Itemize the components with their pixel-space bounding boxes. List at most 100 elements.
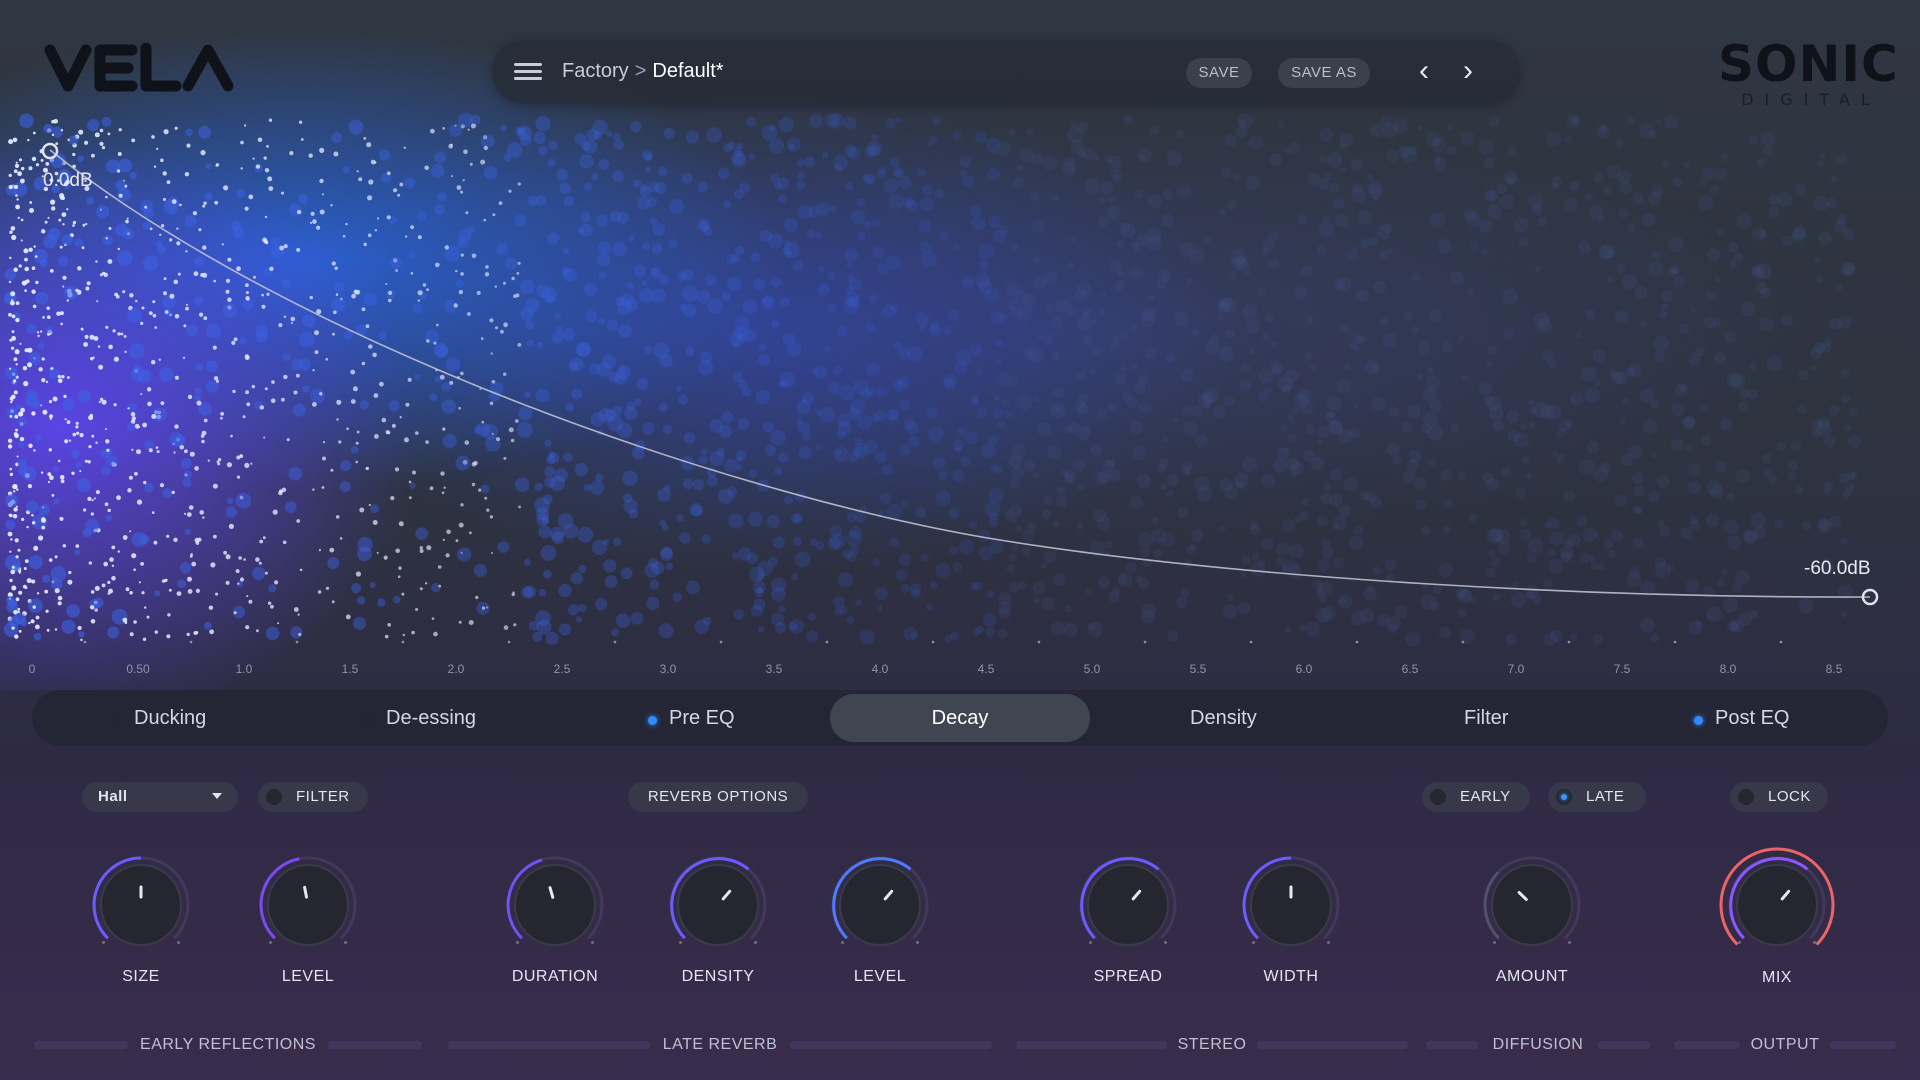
save-button[interactable]: SAVE [1186, 58, 1252, 88]
post-eq-enable-toggle[interactable] [1694, 716, 1703, 725]
preset-bar: Factory > Default* SAVE SAVE AS ‹ › [492, 40, 1520, 104]
size-knob[interactable] [81, 845, 201, 965]
early-toggle-indicator [1430, 789, 1446, 805]
lock-label: LOCK [1768, 788, 1811, 805]
tab-density[interactable]: Density [1190, 690, 1257, 746]
late-level-knob[interactable] [820, 845, 940, 965]
time-tick-label: 4.0 [871, 662, 889, 676]
tick-mark [1143, 640, 1147, 644]
time-tick-label: 0.50 [126, 662, 150, 676]
reverb-options-button[interactable]: REVERB OPTIONS [628, 782, 808, 812]
chevron-down-icon [212, 793, 222, 799]
room-type-dropdown[interactable]: Hall [82, 782, 238, 812]
preset-breadcrumb[interactable]: Factory > Default* [562, 60, 724, 83]
time-tick-label: 3.5 [765, 662, 783, 676]
filter-toggle[interactable]: FILTER [258, 782, 368, 812]
early-level-knob-label: LEVEL [281, 968, 335, 985]
time-tick-label: 1.5 [341, 662, 359, 676]
tick-mark [1461, 640, 1465, 644]
late-toggle[interactable]: LATE [1548, 782, 1646, 812]
tab-label: Ducking [134, 707, 207, 729]
section-divider [1830, 1041, 1896, 1049]
duration-knob[interactable] [495, 845, 615, 965]
tick-mark [507, 640, 511, 644]
tab-filter[interactable]: Filter [1464, 690, 1508, 746]
mix-knob-label: MIX [1762, 969, 1792, 986]
tab-label: Post EQ [1715, 707, 1790, 729]
filter-toggle-indicator [266, 789, 282, 805]
decay-curve [49, 149, 1871, 598]
room-type-value: Hall [98, 788, 128, 805]
tick-mark [83, 640, 87, 644]
save-as-button[interactable]: SAVE AS [1278, 58, 1370, 88]
duration-knob-label: DURATION [511, 968, 599, 985]
time-axis-ticks [83, 640, 1783, 644]
tab-label: Filter [1464, 707, 1509, 729]
late-level-knob-label: LEVEL [853, 968, 907, 985]
time-tick-label: 1.0 [235, 662, 253, 676]
tick-mark [1779, 640, 1783, 644]
time-tick-label: 7.0 [1507, 662, 1525, 676]
spread-knob[interactable] [1068, 845, 1188, 965]
early-label: EARLY [1460, 788, 1511, 805]
tab-ducking[interactable]: Ducking [110, 690, 206, 746]
next-preset-icon[interactable]: › [1456, 56, 1480, 86]
time-tick-label: 6.5 [1401, 662, 1419, 676]
amount-knob-label: AMOUNT [1495, 968, 1569, 985]
tick-mark [1673, 640, 1677, 644]
tick-mark [613, 640, 617, 644]
brand-subtitle: DIGITAL [1741, 90, 1881, 109]
tick-mark [719, 640, 723, 644]
tick-mark [931, 640, 935, 644]
time-tick-label: 7.5 [1613, 662, 1631, 676]
tab-label: De-essing [386, 707, 477, 729]
section-divider [1674, 1041, 1740, 1049]
width-knob[interactable] [1231, 845, 1351, 965]
lock-toggle[interactable]: LOCK [1730, 782, 1828, 812]
tab-de-essing[interactable]: De-essing [362, 690, 476, 746]
amount-knob[interactable] [1472, 845, 1592, 965]
tab-label: Decay [931, 707, 989, 729]
early-level-knob[interactable] [248, 845, 368, 965]
brand-name: SONIC [1718, 35, 1899, 93]
mix-knob[interactable] [1717, 845, 1837, 965]
early-toggle[interactable]: EARLY [1422, 782, 1530, 812]
preset-bank[interactable]: Factory [562, 60, 629, 82]
time-tick-label: 2.5 [553, 662, 571, 676]
sonic-digital-logo: SONIC DIGITAL [1718, 35, 1899, 109]
decay-end-readout: -60.0dB [1804, 558, 1871, 579]
de-essing-enable-toggle[interactable] [362, 713, 374, 725]
tick-mark [295, 640, 299, 644]
preset-name[interactable]: Default* [652, 60, 723, 82]
size-knob-label: SIZE [122, 968, 160, 985]
pre-eq-enable-toggle[interactable] [648, 716, 657, 725]
previous-preset-icon[interactable]: ‹ [1412, 56, 1436, 86]
ducking-enable-toggle[interactable] [110, 713, 122, 725]
time-tick-label: 5.0 [1083, 662, 1101, 676]
vela-logo [44, 42, 234, 92]
decay-start-readout: 0.0dB [43, 170, 93, 191]
time-tick-label: 6.0 [1295, 662, 1313, 676]
time-tick-label: 3.0 [659, 662, 677, 676]
filter-label: FILTER [296, 788, 350, 805]
late-toggle-indicator [1556, 789, 1572, 805]
tab-pre-eq[interactable]: Pre EQ [648, 690, 735, 746]
time-tick-label: 2.0 [447, 662, 465, 676]
spread-knob-label: SPREAD [1093, 968, 1163, 985]
tab-post-eq[interactable]: Post EQ [1694, 690, 1789, 746]
tab-decay[interactable]: Decay [830, 694, 1090, 742]
tab-label: Pre EQ [669, 707, 735, 729]
tab-label: Density [1190, 707, 1257, 729]
tick-mark [1249, 640, 1253, 644]
density-knob-label: DENSITY [681, 968, 755, 985]
tick-mark [825, 640, 829, 644]
time-tick-label: 0 [28, 662, 36, 676]
section-output: OUTPUT [0, 1036, 1920, 1053]
module-tab-bar: Ducking De-essing Pre EQ Decay Density F… [32, 690, 1888, 746]
tick-mark [1037, 640, 1041, 644]
tick-mark [401, 640, 405, 644]
tick-mark [189, 640, 193, 644]
section-label: OUTPUT [1750, 1036, 1820, 1053]
hamburger-menu-icon[interactable] [514, 60, 542, 84]
density-knob[interactable] [658, 845, 778, 965]
